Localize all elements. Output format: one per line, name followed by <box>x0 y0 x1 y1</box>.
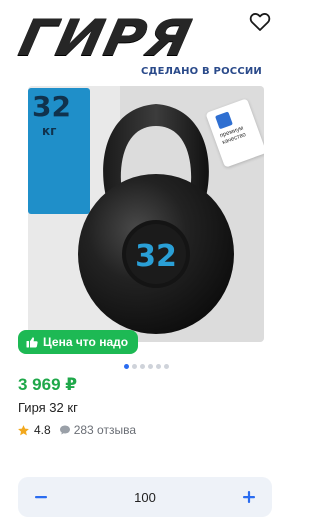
pager-dot[interactable] <box>164 364 169 369</box>
quantity-stepper[interactable]: 100 <box>18 477 272 517</box>
product-title[interactable]: Гиря 32 кг <box>18 400 78 415</box>
weight-tag-unit: кг <box>42 124 57 138</box>
quantity-value[interactable]: 100 <box>134 490 156 505</box>
brand-tagline: СДЕЛАНО В РОССИИ <box>140 66 262 77</box>
image-pager[interactable] <box>124 364 169 369</box>
increment-button[interactable] <box>238 486 260 508</box>
premium-badge-logo <box>214 111 233 130</box>
brand-banner: ГИРЯ СДЕЛАНО В РОССИИ <box>14 9 272 88</box>
rating-row[interactable]: 4.8 283 отзыва <box>17 423 136 437</box>
pager-dot[interactable] <box>124 364 129 369</box>
product-card[interactable]: ГИРЯ СДЕЛАНО В РОССИИ 32 кг 32 премиум к… <box>0 0 296 520</box>
promo-badge: Цена что надо <box>18 330 139 354</box>
favorite-button[interactable] <box>246 8 274 36</box>
pager-dot[interactable] <box>140 364 145 369</box>
product-photo: 32 кг 32 премиум качество <box>28 86 264 342</box>
heart-outline-icon <box>249 13 271 31</box>
pager-dot[interactable] <box>148 364 153 369</box>
minus-icon <box>35 496 47 499</box>
star-icon <box>18 424 29 435</box>
reviews-label: 283 отзыва <box>73 423 136 437</box>
promo-badge-label: Цена что надо <box>43 335 129 349</box>
product-image[interactable]: ГИРЯ СДЕЛАНО В РОССИИ 32 кг 32 премиум к… <box>0 0 296 360</box>
rating-value: 4.8 <box>34 423 51 437</box>
kettlebell-number: 32 <box>135 239 177 274</box>
pager-dot[interactable] <box>156 364 161 369</box>
pager-dot[interactable] <box>132 364 137 369</box>
reviews-count[interactable]: 283 отзыва <box>59 423 136 437</box>
comment-icon <box>59 425 70 435</box>
plus-icon <box>242 491 255 503</box>
decrement-button[interactable] <box>30 486 52 508</box>
product-price: 3 969 ₽ <box>18 375 78 394</box>
thumbs-up-icon <box>26 337 38 348</box>
